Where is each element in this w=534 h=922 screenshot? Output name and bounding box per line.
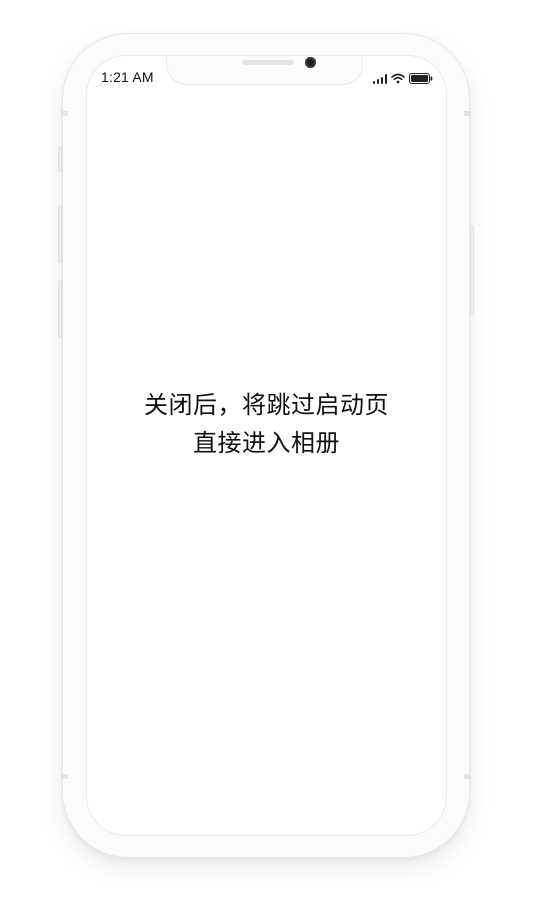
battery-icon bbox=[409, 73, 433, 84]
antenna-band-mark bbox=[464, 111, 471, 116]
phone-screen: 1:21 AM 关闭后，将跳过启动页 直接进入相册 bbox=[86, 55, 447, 836]
notch bbox=[166, 56, 363, 85]
front-camera bbox=[305, 57, 316, 68]
notice-line-2: 直接进入相册 bbox=[193, 429, 340, 457]
status-time: 1:21 AM bbox=[101, 69, 154, 85]
antenna-band-mark bbox=[61, 111, 68, 116]
volume-down-button bbox=[58, 280, 62, 338]
wifi-icon bbox=[391, 73, 405, 84]
signal-icon bbox=[373, 74, 387, 84]
status-icons bbox=[373, 72, 433, 84]
antenna-band-mark bbox=[61, 774, 68, 779]
launch-screen-notice: 关闭后，将跳过启动页 直接进入相册 bbox=[87, 386, 446, 462]
antenna-band-mark bbox=[464, 774, 471, 779]
power-button bbox=[470, 225, 474, 315]
mute-switch bbox=[58, 146, 62, 172]
notice-line-1: 关闭后，将跳过启动页 bbox=[144, 391, 389, 419]
speaker-grille bbox=[242, 60, 294, 65]
volume-up-button bbox=[58, 205, 62, 263]
